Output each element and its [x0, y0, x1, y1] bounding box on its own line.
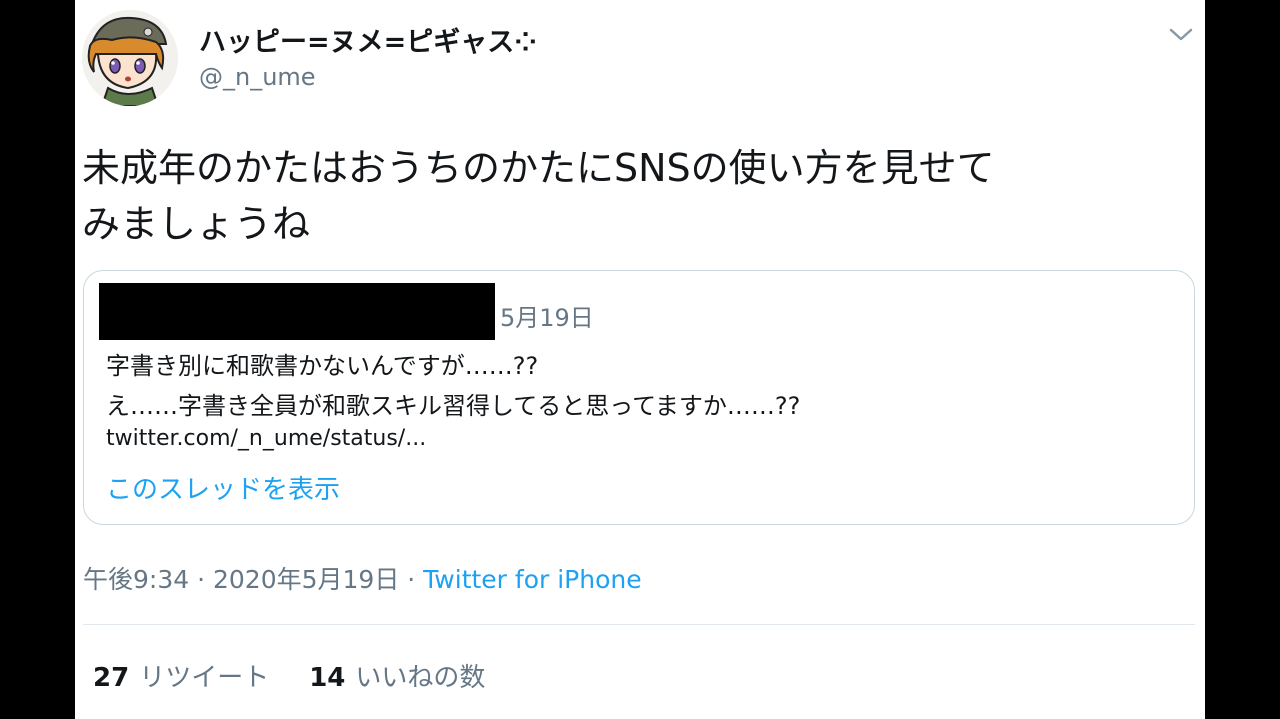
- likes-stat[interactable]: 14 いいねの数: [309, 657, 485, 694]
- likes-count: 14: [309, 663, 346, 693]
- redacted-author: [99, 283, 495, 340]
- tweet-time[interactable]: 午後9:34: [83, 565, 189, 594]
- retweets-count: 27: [93, 663, 130, 693]
- quoted-text-line: え……字書き全員が和歌スキル習得してると思ってますか……??: [106, 392, 801, 420]
- quoted-date: 5月19日: [500, 304, 594, 332]
- tweet-text-line: みましょうね: [82, 202, 311, 246]
- quoted-link: twitter.com/_n_ume/status/...: [106, 426, 427, 451]
- tweet-source-link[interactable]: Twitter for iPhone: [423, 565, 641, 594]
- quoted-tweet[interactable]: 5月19日 字書き別に和歌書かないんですが……?? え……字書き全員が和歌スキル…: [83, 270, 1195, 525]
- tweet-card: ハッピー=ヌメ=ピギャス⁘ @_n_ume 未成年のかたはおうちのかたにSNSの…: [75, 0, 1205, 719]
- avatar-image: [82, 10, 178, 106]
- quoted-text-line: 字書き別に和歌書かないんですが……??: [106, 352, 539, 380]
- likes-label: いいねの数: [355, 663, 486, 693]
- tweet-meta: 午後9:34 · 2020年5月19日 · Twitter for iPhone: [83, 560, 642, 596]
- divider: [83, 624, 1195, 625]
- display-name[interactable]: ハッピー=ヌメ=ピギャス⁘: [199, 20, 537, 59]
- user-handle[interactable]: @_n_ume: [199, 63, 316, 91]
- tweet-date[interactable]: 2020年5月19日: [213, 565, 399, 594]
- tweet-text: 未成年のかたはおうちのかたにSNSの使い方を見せて みましょうね: [82, 140, 1182, 252]
- retweets-stat[interactable]: 27 リツイート: [93, 657, 269, 694]
- tweet-text-line: 未成年のかたはおうちのかたにSNSの使い方を見せて: [82, 146, 995, 190]
- avatar[interactable]: [82, 10, 178, 106]
- tweet-stats: 27 リツイート 14 いいねの数: [93, 657, 485, 694]
- retweets-label: リツイート: [139, 663, 270, 693]
- display-name-text: ハッピー=ヌメ=ピギャス: [199, 27, 515, 58]
- name-badge: ⁘: [514, 27, 537, 58]
- show-thread-link[interactable]: このスレッドを表示: [106, 469, 340, 506]
- meta-separator: ·: [399, 565, 424, 594]
- more-options-button[interactable]: [1167, 22, 1195, 46]
- meta-separator: ·: [189, 565, 213, 594]
- chevron-down-icon: [1169, 28, 1193, 41]
